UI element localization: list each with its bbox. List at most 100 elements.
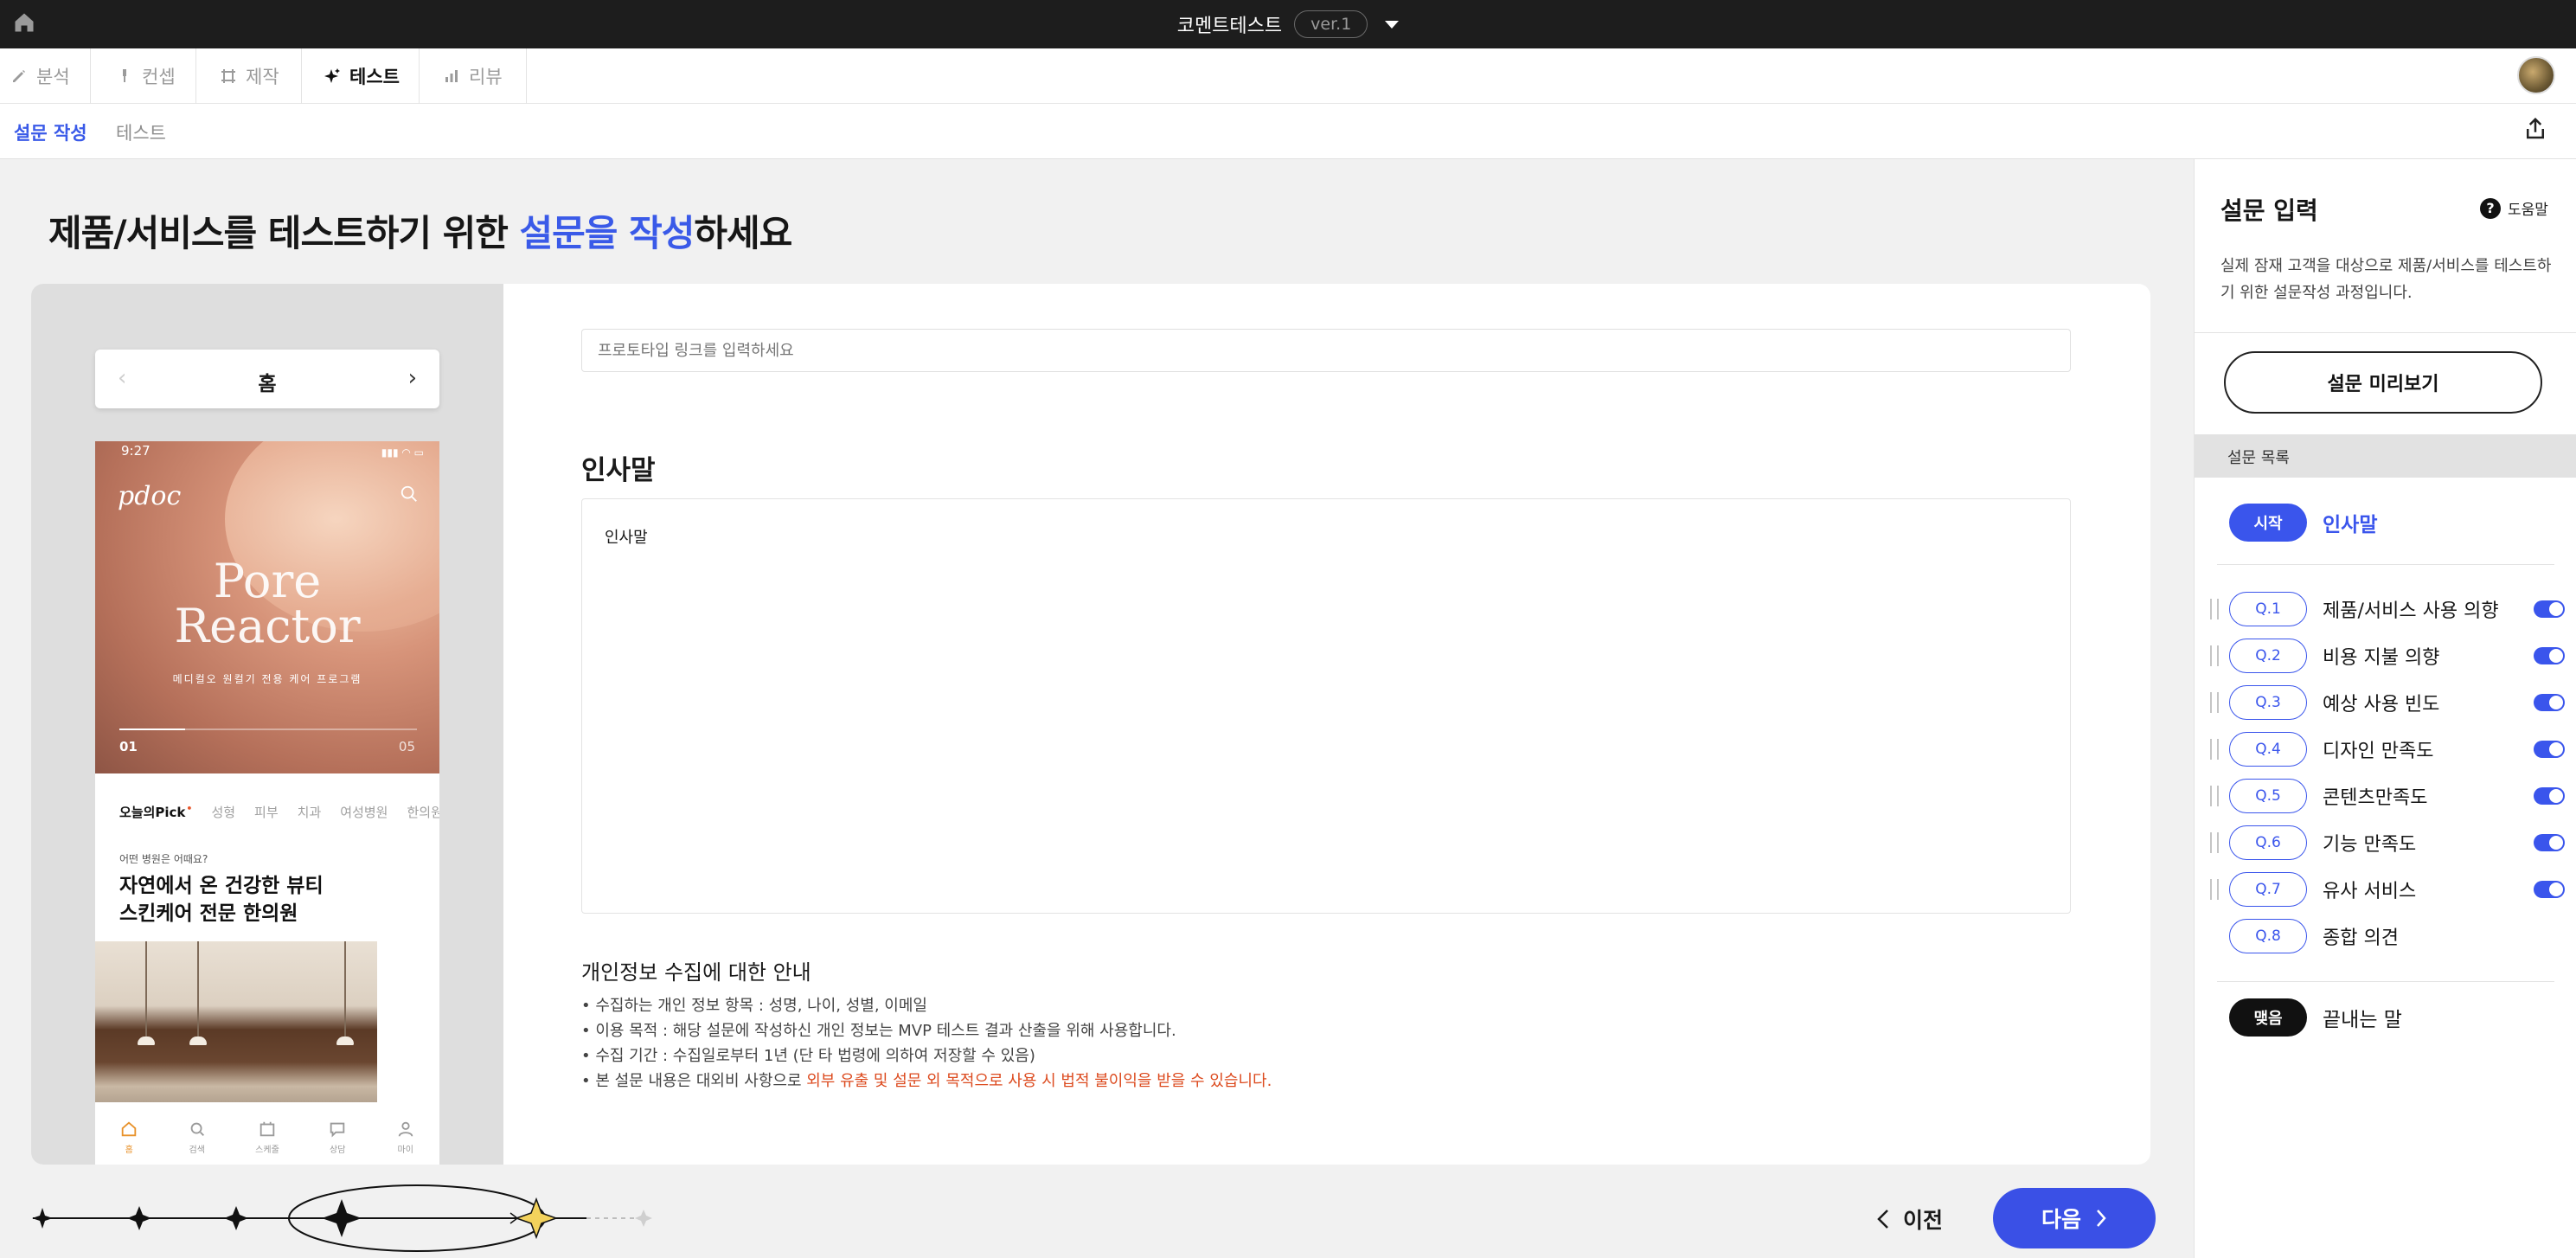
step-star-icon bbox=[127, 1206, 151, 1230]
prototype-link-input[interactable] bbox=[581, 329, 2071, 372]
tab-test[interactable]: 테스트 bbox=[324, 48, 400, 104]
subtab-test[interactable]: 테스트 bbox=[116, 119, 166, 145]
help-icon: ? bbox=[2480, 197, 2501, 219]
chat-icon bbox=[330, 1122, 345, 1138]
sub-nav: 설문 작성 테스트 bbox=[0, 104, 2576, 159]
pending-step-star-icon bbox=[635, 1210, 652, 1227]
divider bbox=[526, 48, 527, 104]
chevron-down-icon[interactable] bbox=[1385, 20, 1400, 29]
lamp-cord bbox=[344, 941, 346, 1037]
promo-title-line: 자연에서 온 건강한 뷰티 bbox=[119, 875, 324, 897]
privacy-item: • 수집하는 개인 정보 항목 : 성명, 나이, 성별, 이메일 bbox=[581, 997, 927, 1015]
question-tag: Q.7 bbox=[2229, 872, 2307, 907]
divider bbox=[419, 48, 420, 104]
pendant-lamp bbox=[189, 1037, 207, 1045]
survey-question-row[interactable]: Q.8 종합 의견 bbox=[2210, 917, 2565, 955]
start-label: 인사말 bbox=[2323, 514, 2378, 536]
question-label: 종합 의견 bbox=[2323, 927, 2399, 949]
screen-name: 홈 bbox=[258, 373, 277, 395]
home-icon bbox=[121, 1121, 137, 1137]
category-item: 피부 bbox=[254, 805, 279, 820]
survey-question-row[interactable]: Q.4 디자인 만족도 bbox=[2210, 730, 2565, 768]
tab-concept[interactable]: 컨셉 bbox=[116, 48, 176, 104]
tab-label: 분석 bbox=[36, 67, 70, 87]
privacy-item-text: • 본 설문 내용은 대외비 사항으로 bbox=[581, 1072, 807, 1090]
subtab-survey-write[interactable]: 설문 작성 bbox=[14, 119, 87, 145]
prev-button[interactable]: 이전 bbox=[1875, 1191, 1943, 1248]
question-toggle[interactable] bbox=[2534, 647, 2565, 664]
calendar-icon bbox=[260, 1121, 275, 1137]
app-nav-label: 스케줄 bbox=[255, 1146, 279, 1155]
current-step-star-icon bbox=[514, 1197, 559, 1240]
drag-handle-icon[interactable] bbox=[2210, 599, 2219, 619]
avatar[interactable] bbox=[2517, 56, 2555, 94]
chevron-right-icon[interactable]: › bbox=[408, 365, 417, 391]
divider bbox=[2217, 981, 2554, 982]
survey-list-header: 설문 목록 bbox=[2195, 434, 2576, 478]
hero-progress-fill bbox=[119, 728, 185, 730]
pendant-lamp bbox=[138, 1037, 155, 1045]
survey-item-end[interactable]: 맺음 끝내는 말 bbox=[2229, 998, 2402, 1037]
tab-production[interactable]: 제작 bbox=[220, 48, 279, 104]
survey-question-row[interactable]: Q.5 콘텐츠만족도 bbox=[2210, 777, 2565, 815]
question-tag: Q.5 bbox=[2229, 779, 2307, 813]
question-toggle[interactable] bbox=[2534, 741, 2565, 758]
prototype-preview-panel: ‹ 홈 › 9:27 ▮▮▮ ◠ ▭ pdoc Pore Reactor 메디컬… bbox=[31, 284, 503, 1165]
question-label: 디자인 만족도 bbox=[2323, 741, 2434, 762]
next-button[interactable]: 다음 bbox=[1993, 1188, 2156, 1248]
share-icon[interactable] bbox=[2522, 116, 2548, 142]
app-nav-search: 검색 bbox=[188, 1111, 207, 1165]
question-tag: Q.8 bbox=[2229, 919, 2307, 953]
hero-title: Pore Reactor bbox=[95, 558, 439, 650]
drag-handle-icon[interactable] bbox=[2210, 832, 2219, 853]
drag-handle-icon[interactable] bbox=[2210, 739, 2219, 760]
question-label: 유사 서비스 bbox=[2323, 881, 2417, 902]
question-tag: Q.2 bbox=[2229, 639, 2307, 673]
tab-label: 제작 bbox=[246, 67, 279, 87]
top-bar: 코멘트테스트 ver.1 bbox=[0, 0, 2576, 48]
lamp-cord bbox=[145, 941, 147, 1037]
promo-eyebrow: 어떤 병원은 어때요? bbox=[119, 853, 208, 865]
greeting-textarea[interactable]: 인사말 bbox=[581, 498, 2071, 914]
tab-analysis[interactable]: 분석 bbox=[10, 48, 70, 104]
brand-logo: pdoc bbox=[118, 481, 182, 511]
question-toggle[interactable] bbox=[2534, 600, 2565, 618]
step-star-icon bbox=[322, 1199, 362, 1237]
question-toggle[interactable] bbox=[2534, 881, 2565, 898]
question-toggle[interactable] bbox=[2534, 694, 2565, 711]
help-link[interactable]: ? 도움말 bbox=[2480, 197, 2548, 219]
survey-question-row[interactable]: Q.1 제품/서비스 사용 의향 bbox=[2210, 590, 2565, 628]
category-tabs: 오늘의Pick 성형 피부 치과 여성병원 한의원 bbox=[119, 803, 439, 821]
question-toggle[interactable] bbox=[2534, 834, 2565, 851]
survey-question-row[interactable]: Q.2 비용 지불 의향 bbox=[2210, 637, 2565, 675]
drag-handle-icon[interactable] bbox=[2210, 645, 2219, 666]
question-tag: Q.6 bbox=[2229, 825, 2307, 860]
drag-handle-icon[interactable] bbox=[2210, 879, 2219, 900]
survey-preview-button[interactable]: 설문 미리보기 bbox=[2224, 351, 2542, 414]
tab-review[interactable]: 리뷰 bbox=[443, 48, 503, 104]
app-nav-consult: 상담 bbox=[328, 1111, 347, 1165]
app-nav-label: 마이 bbox=[397, 1146, 413, 1155]
survey-item-start[interactable]: 시작 인사말 bbox=[2229, 504, 2377, 542]
divider bbox=[90, 48, 91, 104]
question-toggle[interactable] bbox=[2534, 787, 2565, 805]
end-label: 끝내는 말 bbox=[2323, 1009, 2402, 1031]
prev-button-label: 이전 bbox=[1903, 1208, 1944, 1233]
survey-question-row[interactable]: Q.7 유사 서비스 bbox=[2210, 870, 2565, 908]
title-part: 제품/서비스를 테스트하기 위한 bbox=[48, 212, 520, 254]
privacy-item: • 수집 기간 : 수집일로부터 1년 (단 타 법령에 의하여 저장할 수 있… bbox=[581, 1047, 1035, 1065]
next-button-label: 다음 bbox=[2041, 1207, 2081, 1232]
start-pill: 시작 bbox=[2229, 504, 2307, 542]
drag-handle-icon[interactable] bbox=[2210, 692, 2219, 713]
drag-handle-icon[interactable] bbox=[2210, 786, 2219, 806]
survey-question-row[interactable]: Q.6 기능 만족도 bbox=[2210, 824, 2565, 862]
hero-banner: 9:27 ▮▮▮ ◠ ▭ pdoc Pore Reactor 메디컬오 원컬기 … bbox=[95, 441, 439, 773]
question-tag: Q.4 bbox=[2229, 732, 2307, 767]
chevron-left-icon bbox=[1877, 1210, 1888, 1229]
survey-input-sidebar: 설문 입력 ? 도움말 실제 잠재 고객을 대상으로 제품/서비스를 테스트하기… bbox=[2194, 159, 2576, 1258]
divider bbox=[195, 48, 196, 104]
hero-subtitle: 메디컬오 원컬기 전용 케어 프로그램 bbox=[172, 673, 362, 685]
privacy-item: • 본 설문 내용은 대외비 사항으로 외부 유출 및 설문 외 목적으로 사용… bbox=[581, 1069, 1272, 1094]
survey-question-row[interactable]: Q.3 예상 사용 빈도 bbox=[2210, 684, 2565, 722]
category-item: 한의원 bbox=[407, 805, 439, 820]
